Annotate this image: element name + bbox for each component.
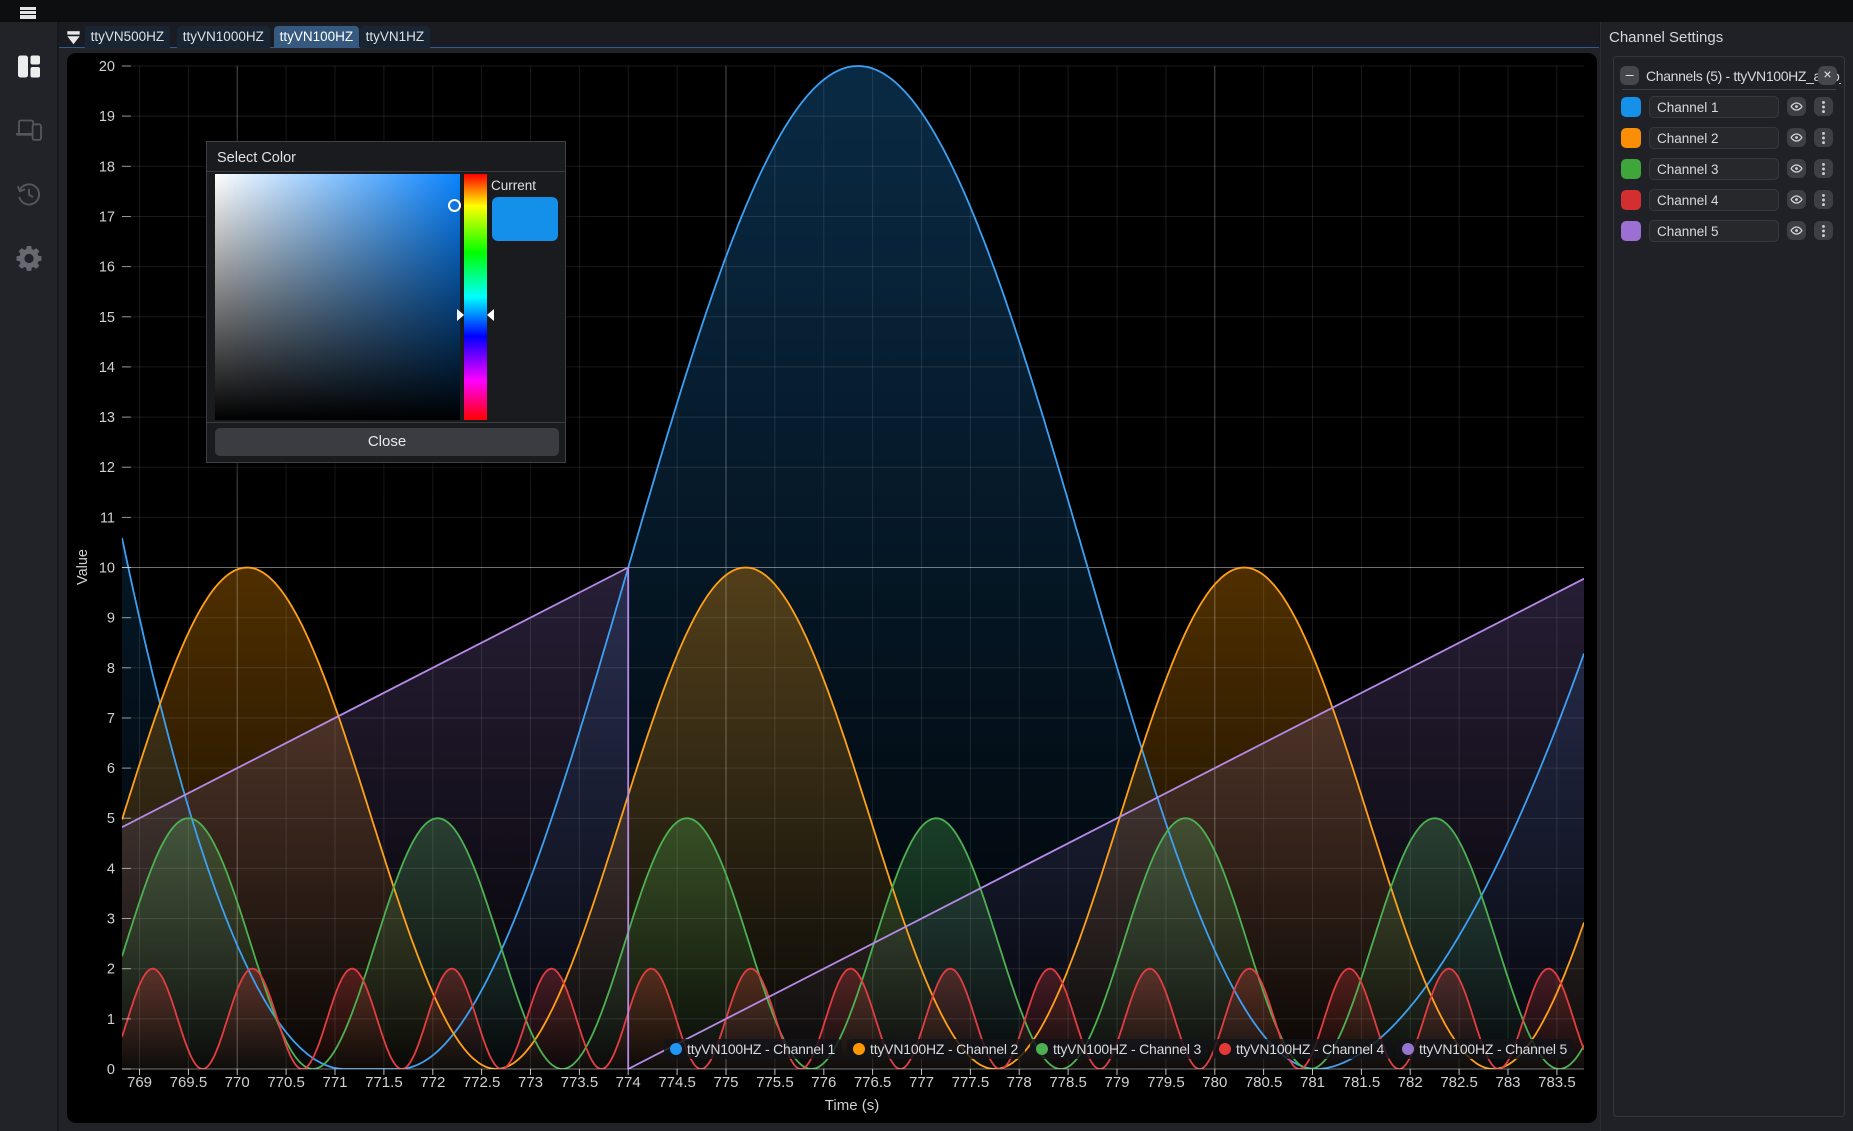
svg-text:16: 16 <box>99 260 115 276</box>
svg-text:10: 10 <box>99 561 115 577</box>
svg-text:769: 769 <box>127 1074 152 1091</box>
svg-text:Value: Value <box>75 549 91 585</box>
svg-text:12: 12 <box>99 460 115 476</box>
svg-text:771.5: 771.5 <box>365 1074 403 1091</box>
svg-text:15: 15 <box>99 310 115 326</box>
svg-text:783.5: 783.5 <box>1538 1074 1576 1091</box>
svg-text:775: 775 <box>713 1074 738 1091</box>
svg-text:5: 5 <box>107 811 115 827</box>
svg-text:782: 782 <box>1398 1074 1423 1091</box>
svg-text:773.5: 773.5 <box>561 1074 599 1091</box>
svg-text:780: 780 <box>1202 1074 1227 1091</box>
svg-text:781.5: 781.5 <box>1343 1074 1381 1091</box>
svg-text:773: 773 <box>518 1074 543 1091</box>
svg-text:769.5: 769.5 <box>170 1074 208 1091</box>
svg-text:782.5: 782.5 <box>1440 1074 1478 1091</box>
svg-text:778: 778 <box>1007 1074 1032 1091</box>
svg-text:8: 8 <box>107 661 115 677</box>
svg-text:774: 774 <box>616 1074 641 1091</box>
svg-text:781: 781 <box>1300 1074 1325 1091</box>
svg-text:779.5: 779.5 <box>1147 1074 1185 1091</box>
svg-text:18: 18 <box>99 159 115 175</box>
svg-text:776: 776 <box>811 1074 836 1091</box>
svg-text:0: 0 <box>107 1062 115 1078</box>
svg-text:770: 770 <box>225 1074 250 1091</box>
svg-text:777: 777 <box>909 1074 934 1091</box>
svg-text:783: 783 <box>1495 1074 1520 1091</box>
svg-text:779: 779 <box>1104 1074 1129 1091</box>
svg-text:11: 11 <box>100 510 115 526</box>
svg-text:771: 771 <box>322 1074 347 1091</box>
svg-text:4: 4 <box>107 861 115 877</box>
svg-text:17: 17 <box>99 210 115 226</box>
svg-text:13: 13 <box>99 410 115 426</box>
svg-text:772: 772 <box>420 1074 445 1091</box>
svg-text:774.5: 774.5 <box>658 1074 696 1091</box>
svg-text:7: 7 <box>107 711 115 727</box>
svg-text:778.5: 778.5 <box>1049 1074 1087 1091</box>
svg-text:1: 1 <box>107 1012 115 1028</box>
svg-text:19: 19 <box>99 109 115 125</box>
svg-text:9: 9 <box>107 611 115 627</box>
svg-text:6: 6 <box>107 761 115 777</box>
svg-text:777.5: 777.5 <box>952 1074 990 1091</box>
svg-text:770.5: 770.5 <box>267 1074 305 1091</box>
svg-text:775.5: 775.5 <box>756 1074 794 1091</box>
svg-text:3: 3 <box>107 912 115 928</box>
svg-text:Time (s): Time (s) <box>825 1097 879 1114</box>
svg-text:14: 14 <box>99 360 115 376</box>
svg-text:780.5: 780.5 <box>1245 1074 1283 1091</box>
svg-text:2: 2 <box>107 962 115 978</box>
svg-text:772.5: 772.5 <box>463 1074 501 1091</box>
svg-text:776.5: 776.5 <box>854 1074 892 1091</box>
svg-text:20: 20 <box>99 59 115 75</box>
